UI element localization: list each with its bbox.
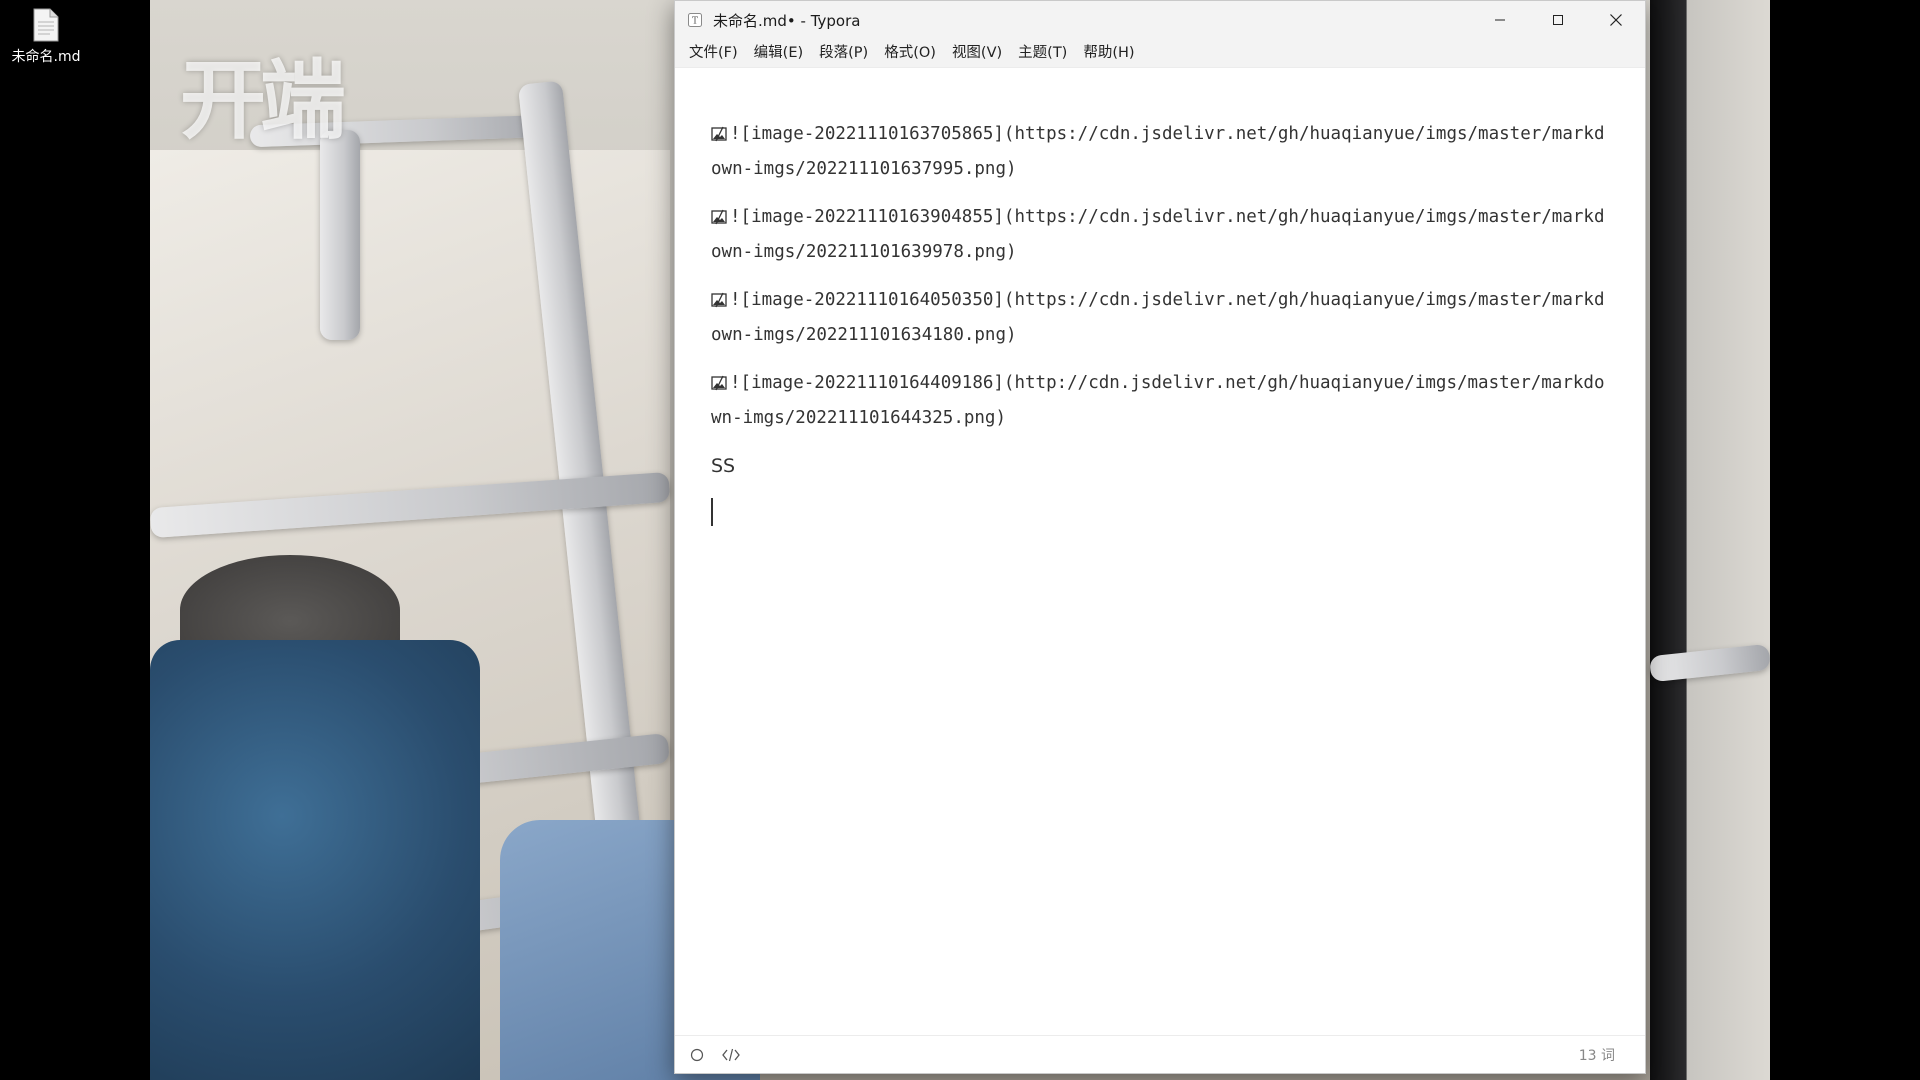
- desktop-file-label: 未命名.md: [11, 49, 81, 65]
- image-link-paragraph[interactable]: ![image-20221110164050350](https://cdn.j…: [711, 284, 1607, 351]
- window-title: 未命名.md• - Typora: [713, 11, 861, 30]
- image-link-text: ![image-20221110163705865](https://cdn.j…: [711, 124, 1605, 179]
- outline-toggle-button[interactable]: [683, 1041, 711, 1069]
- close-button[interactable]: [1587, 1, 1645, 39]
- maximize-button[interactable]: [1529, 1, 1587, 39]
- minimize-button[interactable]: [1471, 1, 1529, 39]
- desktop: 开端 未命名.md T 未命名.md• - Typora 文件(F) 编辑(E)…: [0, 0, 1920, 1080]
- wallpaper-logo: 开端: [180, 51, 346, 151]
- word-count[interactable]: 13 词: [1579, 1045, 1615, 1065]
- menu-paragraph[interactable]: 段落(P): [811, 41, 876, 65]
- minimize-icon: [1495, 19, 1505, 21]
- editor-area[interactable]: ![image-20221110163705865](https://cdn.j…: [675, 68, 1645, 1036]
- typora-icon: T: [687, 12, 703, 28]
- window-controls: [1471, 1, 1645, 39]
- status-bar: 13 词: [675, 1035, 1645, 1073]
- wallpaper-rail: [320, 130, 360, 340]
- desktop-file-item[interactable]: 未命名.md: [6, 8, 86, 78]
- menu-format[interactable]: 格式(O): [876, 41, 944, 65]
- svg-text:T: T: [692, 17, 698, 27]
- broken-image-icon: [711, 121, 727, 153]
- image-link-text: ![image-20221110163904855](https://cdn.j…: [711, 207, 1605, 262]
- menu-edit[interactable]: 编辑(E): [746, 41, 811, 65]
- maximize-icon: [1553, 15, 1563, 25]
- text-paragraph[interactable]: SS: [711, 450, 1607, 482]
- image-link-paragraph[interactable]: ![image-20221110164409186](http://cdn.js…: [711, 367, 1607, 434]
- image-link-paragraph[interactable]: ![image-20221110163904855](https://cdn.j…: [711, 201, 1607, 268]
- menu-bar: 文件(F) 编辑(E) 段落(P) 格式(O) 视图(V) 主题(T) 帮助(H…: [675, 39, 1645, 68]
- wallpaper-door: [1650, 0, 1770, 1080]
- close-icon: [1610, 14, 1622, 26]
- wallpaper-seat: [150, 640, 480, 1080]
- image-link-text: ![image-20221110164050350](https://cdn.j…: [711, 290, 1605, 345]
- outline-circle-icon: [690, 1048, 704, 1061]
- image-link-text: ![image-20221110164409186](http://cdn.js…: [711, 373, 1605, 428]
- menu-help[interactable]: 帮助(H): [1075, 41, 1142, 65]
- broken-image-icon: [711, 204, 727, 236]
- title-bar[interactable]: T 未命名.md• - Typora: [675, 1, 1645, 39]
- broken-image-icon: [711, 287, 727, 319]
- menu-view[interactable]: 视图(V): [944, 41, 1010, 65]
- document-icon: [33, 8, 59, 42]
- typora-window: T 未命名.md• - Typora 文件(F) 编辑(E) 段落(P) 格式(…: [674, 0, 1646, 1074]
- broken-image-icon: [711, 370, 727, 402]
- source-code-icon: [722, 1048, 740, 1061]
- menu-theme[interactable]: 主题(T): [1010, 41, 1075, 65]
- source-mode-button[interactable]: [717, 1041, 745, 1069]
- text-cursor: [711, 498, 713, 526]
- image-link-paragraph[interactable]: ![image-20221110163705865](https://cdn.j…: [711, 118, 1607, 185]
- menu-file[interactable]: 文件(F): [681, 41, 746, 65]
